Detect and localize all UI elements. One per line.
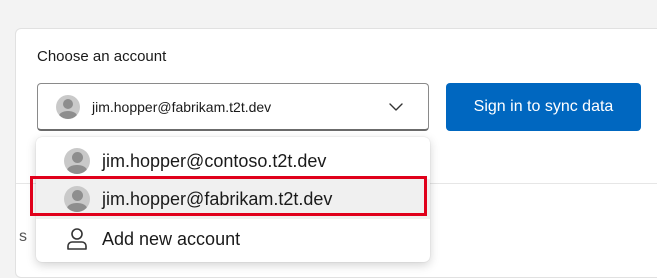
menu-item-add-new-account[interactable]: Add new account — [36, 219, 430, 259]
menu-item-contoso-account[interactable]: jim.hopper@contoso.t2t.dev — [36, 141, 430, 181]
person-avatar-icon — [56, 94, 80, 119]
menu-item-label: jim.hopper@fabrikam.t2t.dev — [102, 188, 333, 209]
top-background — [0, 0, 657, 18]
menu-item-fabrikam-account[interactable]: jim.hopper@fabrikam.t2t.dev — [36, 179, 430, 219]
person-outline-icon — [67, 228, 87, 250]
person-avatar-icon — [64, 148, 90, 174]
account-dropdown-menu: jim.hopper@contoso.t2t.dev jim.hopper@fa… — [36, 137, 430, 262]
sign-in-sync-button[interactable]: Sign in to sync data — [446, 83, 641, 131]
menu-item-label: Add new account — [102, 228, 241, 249]
selected-account-value: jim.hopper@fabrikam.t2t.dev — [92, 98, 272, 115]
choose-account-heading: Choose an account — [37, 48, 167, 65]
account-select[interactable]: jim.hopper@fabrikam.t2t.dev — [37, 83, 429, 131]
chevron-down-icon — [389, 103, 403, 111]
obscured-background-text: s — [19, 228, 27, 245]
menu-item-label: jim.hopper@contoso.t2t.dev — [102, 150, 327, 171]
person-avatar-icon — [64, 186, 90, 212]
